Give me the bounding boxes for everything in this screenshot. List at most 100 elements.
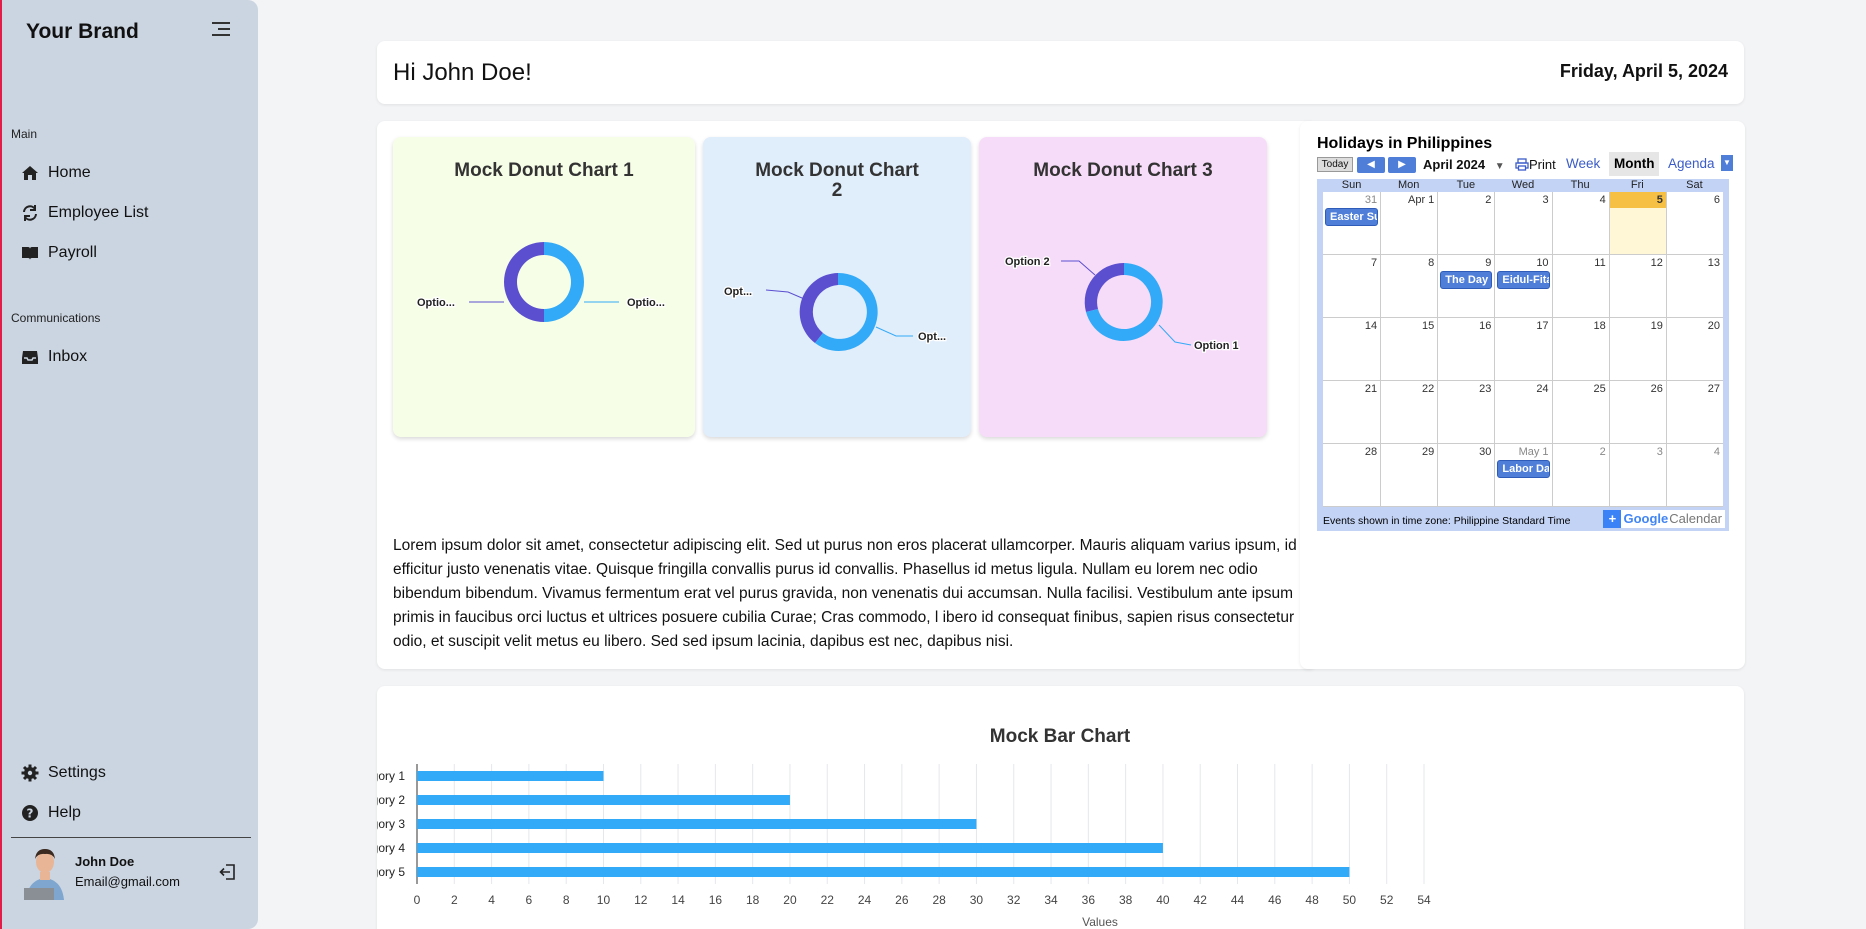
calendar-day-number: 27 [1707,383,1720,395]
calendar-day-cell[interactable]: 2 [1551,444,1609,506]
bar-chart-x-tick: 4 [488,893,495,907]
calendar-day-cell[interactable]: 20 [1665,318,1723,380]
calendar-day-number: 28 [1364,446,1378,458]
calendar-day-cell[interactable]: 10 Eidul-Fitar [1494,255,1551,317]
calendar-day-cell[interactable]: 23 [1437,381,1494,443]
calendar-event[interactable]: The Day [1440,271,1493,289]
bar-category-3[interactable] [417,819,977,829]
calendar-day-cell[interactable]: 25 [1551,381,1609,443]
agenda-dropdown-button[interactable]: ▼ [1721,155,1733,171]
calendar-day-number: 26 [1650,383,1663,395]
calendar-day-cell[interactable]: 4 [1551,192,1609,254]
calendar-day-cell[interactable]: 31 Easter Su [1323,192,1380,254]
tab-agenda[interactable]: Agenda [1663,152,1720,176]
logout-icon[interactable] [218,862,238,882]
sidebar-item-employee-list[interactable]: Employee List [20,201,149,225]
calendar-day-cell[interactable]: 27 [1665,381,1723,443]
donut-1-slice-option-2[interactable] [504,242,544,322]
calendar-footer: Events shown in time zone: Philippine St… [1317,507,1729,531]
calendar-day-cell[interactable]: 14 [1323,318,1380,380]
calendar-day-cell[interactable]: 28 [1323,444,1380,506]
next-month-button[interactable]: ▶ [1388,157,1416,173]
google-calendar-embed: Holidays in Philippines Today ◀ ▶ April … [1317,135,1733,531]
donut-2-slice-option-2[interactable] [799,273,838,343]
calendar-day-cell[interactable]: 8 [1380,255,1437,317]
caret-down-icon: ▼ [1494,161,1505,172]
bar-category-5[interactable] [417,867,1350,877]
weekday-tue: Tue [1456,179,1476,191]
calendar-day-cell[interactable]: Apr 1 [1380,192,1437,254]
calendar-day-cell[interactable]: 18 [1551,318,1609,380]
google-logo-text: Google [1623,511,1669,526]
calendar-day-cell[interactable]: 26 [1608,381,1666,443]
donut-chart-2-title: Mock Donut Chart 2 [703,161,971,201]
month-selector[interactable]: April 2024 ▼ [1423,157,1505,172]
greeting-card: Hi John Doe! Friday, April 5, 2024 [377,41,1744,104]
calendar-day-cell[interactable]: 22 [1380,381,1437,443]
donut-1-slice-option-1[interactable] [544,242,584,322]
calendar-day-cell[interactable]: 24 [1494,381,1551,443]
calendar-day-cell[interactable]: 7 [1323,255,1380,317]
calendar-day-cell[interactable]: 11 [1551,255,1609,317]
calendar-day-number: 11 [1594,257,1606,269]
calendar-day-cell[interactable]: 15 [1380,318,1437,380]
sidebar-item-home[interactable]: Home [20,161,91,185]
calendar-event[interactable]: Labor Da [1497,460,1550,478]
calendar-day-cell[interactable]: 6 [1665,192,1723,254]
calendar-day-cell[interactable]: 16 [1437,318,1494,380]
calendar-day-cell[interactable]: 12 [1608,255,1666,317]
weekday-header: Sun Mon Tue Wed Thu Fri Sat [1323,179,1723,192]
caret-down-icon: ▼ [1723,158,1731,167]
bar-category-2[interactable] [417,795,790,805]
calendar-day-cell[interactable]: 4 [1665,444,1723,506]
today-button[interactable]: Today [1317,157,1353,172]
google-calendar-button[interactable]: + GoogleCalendar [1603,510,1725,528]
weekday-mon: Mon [1398,179,1420,191]
calendar-day-number: 4 [1713,446,1720,458]
month-label: April 2024 [1423,157,1486,172]
profile-email: Email@gmail.com [75,874,180,889]
calendar-day-cell[interactable]: 3 [1608,444,1666,506]
donut-3-slice-option-2[interactable] [1084,262,1124,312]
calendar-day-number: 15 [1422,320,1435,332]
sidebar-item-inbox[interactable]: Inbox [20,345,87,369]
calendar-day-number: 7 [1371,257,1378,269]
calendar-day-cell[interactable]: 5 [1608,192,1666,254]
donut-chart-2-title-line1: Mock Donut Chart [755,160,919,181]
brand-logo[interactable]: Your Brand [26,20,139,44]
bar-category-4[interactable] [417,843,1163,853]
sidebar-item-help[interactable]: ? Help [20,801,81,825]
calendar-day-number: 3 [1656,446,1663,458]
donut-1-label-left: Optio... [417,297,455,309]
calendar-day-cell[interactable]: 21 [1323,381,1380,443]
calendar-day-cell[interactable]: 3 [1494,192,1551,254]
sidebar-item-settings[interactable]: Settings [20,761,106,785]
calendar-week-row: 28 29 30 May 1 Labor Da 2 3 4 [1323,444,1723,507]
bar-chart-x-tick: 22 [821,893,835,907]
donut-2-leader-right [875,326,913,337]
tab-week[interactable]: Week [1561,152,1605,176]
calendar-day-cell[interactable]: 13 [1665,255,1723,317]
calendar-day-cell[interactable]: 29 [1380,444,1437,506]
book-icon [20,243,40,263]
calendar-day-cell[interactable]: 2 [1437,192,1494,254]
sidebar-item-label: Home [48,164,91,181]
calendar-day-cell[interactable]: 19 [1608,318,1666,380]
donut-1-label-right: Optio... [627,297,665,309]
calendar-day-number: 4 [1599,194,1606,206]
donut-chart-3: Option 2 Option 1 Mock Donut Chart 3 [979,137,1267,437]
calendar-day-cell[interactable]: 9 The Day [1437,255,1494,317]
calendar-day-cell[interactable]: 30 [1437,444,1494,506]
print-button[interactable]: Print [1515,157,1556,174]
donut-charts-card: Optio... Optio... Mock Donut Chart 1 Opt… [377,121,1317,669]
calendar-day-cell[interactable]: 17 [1494,318,1551,380]
calendar-event[interactable]: Easter Su [1325,208,1379,226]
bar-category-1[interactable] [417,771,604,781]
menu-toggle-icon[interactable] [212,22,232,38]
calendar-event[interactable]: Eidul-Fitar [1497,271,1550,289]
calendar-day-cell[interactable]: May 1 Labor Da [1494,444,1551,506]
tab-month[interactable]: Month [1609,152,1660,176]
sidebar-item-payroll[interactable]: Payroll [20,241,97,265]
calendar-day-number: 30 [1479,446,1492,458]
prev-month-button[interactable]: ◀ [1357,157,1385,173]
